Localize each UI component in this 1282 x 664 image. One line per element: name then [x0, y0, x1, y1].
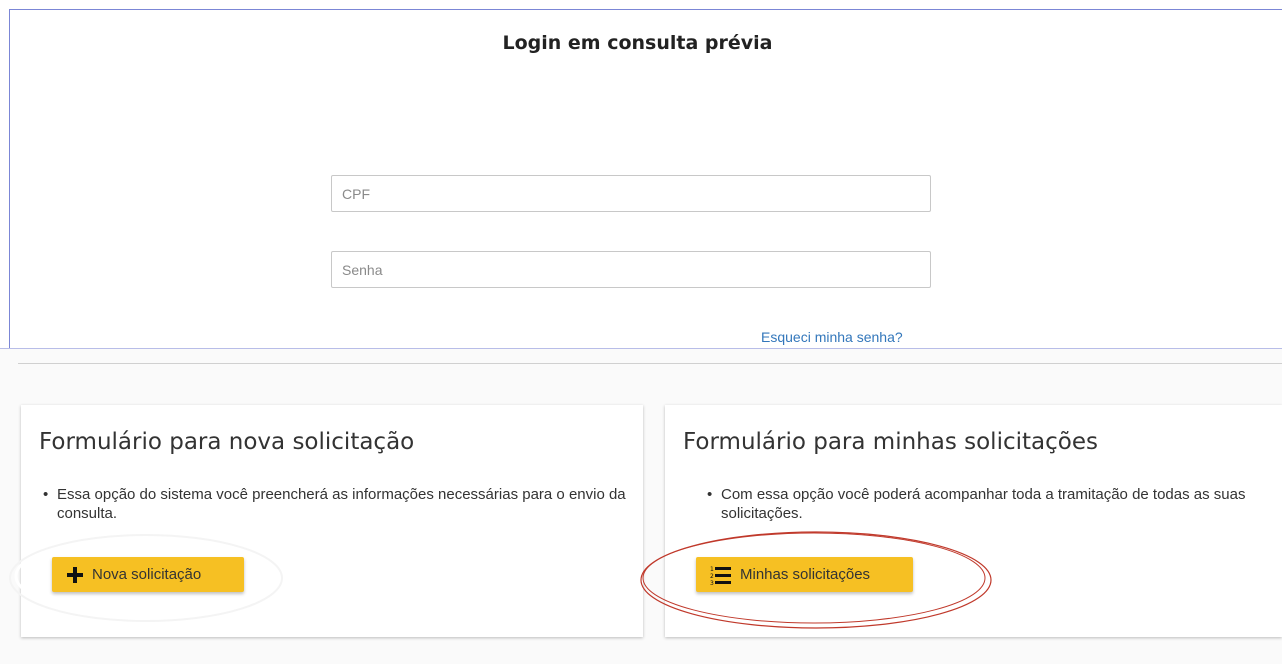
new-request-description: • Essa opção do sistema você preencherá …: [43, 485, 637, 523]
numbered-list-icon: 1 2 3: [710, 566, 731, 585]
bullet-icon: •: [43, 486, 49, 503]
forgot-password-link[interactable]: Esqueci minha senha?: [761, 329, 903, 345]
my-requests-button-label: Minhas solicitações: [740, 566, 871, 583]
svg-text:3: 3: [710, 580, 714, 585]
new-request-button-label: Nova solicitação: [92, 566, 202, 583]
new-request-button[interactable]: Nova solicitação: [52, 557, 244, 592]
password-input[interactable]: [331, 251, 931, 288]
my-requests-button[interactable]: 1 2 3 Minhas solicitações: [696, 557, 913, 592]
my-requests-title: Formulário para minhas solicitações: [683, 429, 1098, 455]
my-requests-card: Formulário para minhas solicitações • Co…: [665, 405, 1282, 637]
page-title: Login em consulta prévia: [502, 32, 773, 54]
new-request-text: Essa opção do sistema você preencherá as…: [57, 486, 626, 522]
cards-panel: Formulário para nova solicitação • Essa …: [0, 348, 1282, 664]
svg-text:1: 1: [710, 566, 714, 573]
my-requests-text: Com essa opção você poderá acompanhar to…: [721, 486, 1246, 522]
cpf-input[interactable]: [331, 175, 931, 212]
new-request-card: Formulário para nova solicitação • Essa …: [21, 405, 643, 637]
svg-text:2: 2: [710, 573, 714, 580]
my-requests-description: • Com essa opção você poderá acompanhar …: [707, 485, 1261, 523]
new-request-title: Formulário para nova solicitação: [39, 429, 415, 455]
plus-icon: [66, 566, 84, 584]
divider: [18, 363, 1282, 364]
bullet-icon: •: [707, 486, 713, 503]
